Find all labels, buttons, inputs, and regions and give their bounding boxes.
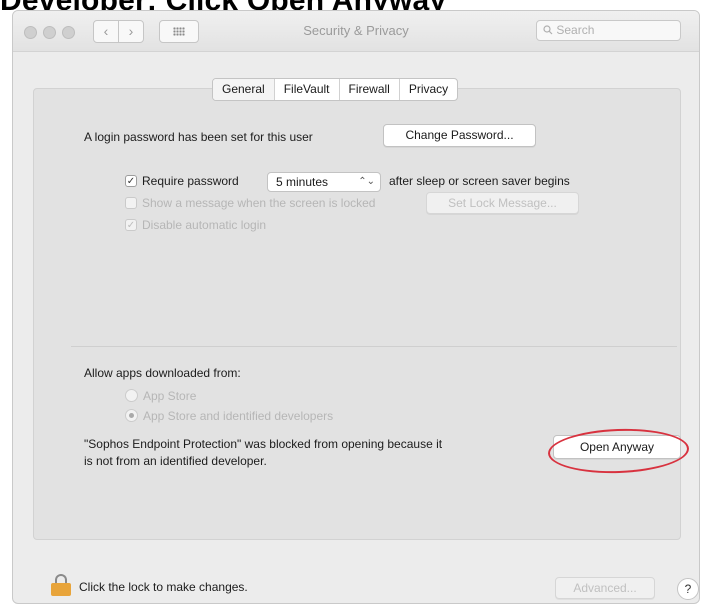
- tab-bar: General FileVault Firewall Privacy: [212, 78, 459, 101]
- select-arrows-icon: ⌃⌄: [358, 176, 375, 187]
- set-lock-message-button[interactable]: Set Lock Message...: [426, 192, 579, 214]
- show-message-label: Show a message when the screen is locked: [142, 196, 376, 210]
- settings-panel: [33, 88, 681, 540]
- disable-automatic-login-label: Disable automatic login: [142, 218, 267, 232]
- tab-filevault[interactable]: FileVault: [275, 79, 340, 100]
- lock-icon[interactable]: [51, 574, 71, 596]
- change-password-button[interactable]: Change Password...: [383, 124, 536, 147]
- search-placeholder: Search: [556, 23, 595, 37]
- allow-apps-heading: Allow apps downloaded from:: [84, 366, 241, 380]
- identified-developers-radio[interactable]: [125, 409, 138, 422]
- help-button[interactable]: ?: [677, 578, 699, 600]
- app-store-radio[interactable]: [125, 389, 138, 402]
- lock-body: [51, 583, 71, 596]
- blocked-message-line-1: "Sophos Endpoint Protection" was blocked…: [84, 437, 443, 451]
- show-message-checkbox[interactable]: [125, 197, 137, 209]
- system-preferences-window: ‹ › Security & Privacy Search General Fi…: [12, 10, 700, 604]
- login-password-text: A login password has been set for this u…: [84, 130, 313, 144]
- require-password-delay-value: 5 minutes: [276, 175, 329, 189]
- after-sleep-text: after sleep or screen saver begins: [389, 174, 570, 188]
- lock-text: Click the lock to make changes.: [79, 580, 248, 594]
- tab-firewall[interactable]: Firewall: [340, 79, 400, 100]
- disable-automatic-login-checkbox[interactable]: ✓: [125, 219, 137, 231]
- section-divider: [71, 346, 677, 347]
- require-password-label: Require password: [142, 174, 239, 188]
- require-password-checkbox[interactable]: ✓: [125, 175, 137, 187]
- app-store-label: App Store: [143, 389, 197, 403]
- advanced-button[interactable]: Advanced...: [555, 577, 655, 599]
- title-bar: ‹ › Security & Privacy Search: [13, 11, 699, 52]
- search-input[interactable]: Search: [536, 20, 681, 41]
- identified-developers-label: App Store and identified developers: [143, 409, 334, 423]
- tab-general[interactable]: General: [213, 79, 275, 100]
- blocked-message-line-2: is not from an identified developer.: [84, 454, 267, 468]
- require-password-delay-select[interactable]: 5 minutes ⌃⌄: [267, 172, 381, 192]
- search-icon: [543, 25, 553, 35]
- tab-privacy[interactable]: Privacy: [400, 79, 457, 100]
